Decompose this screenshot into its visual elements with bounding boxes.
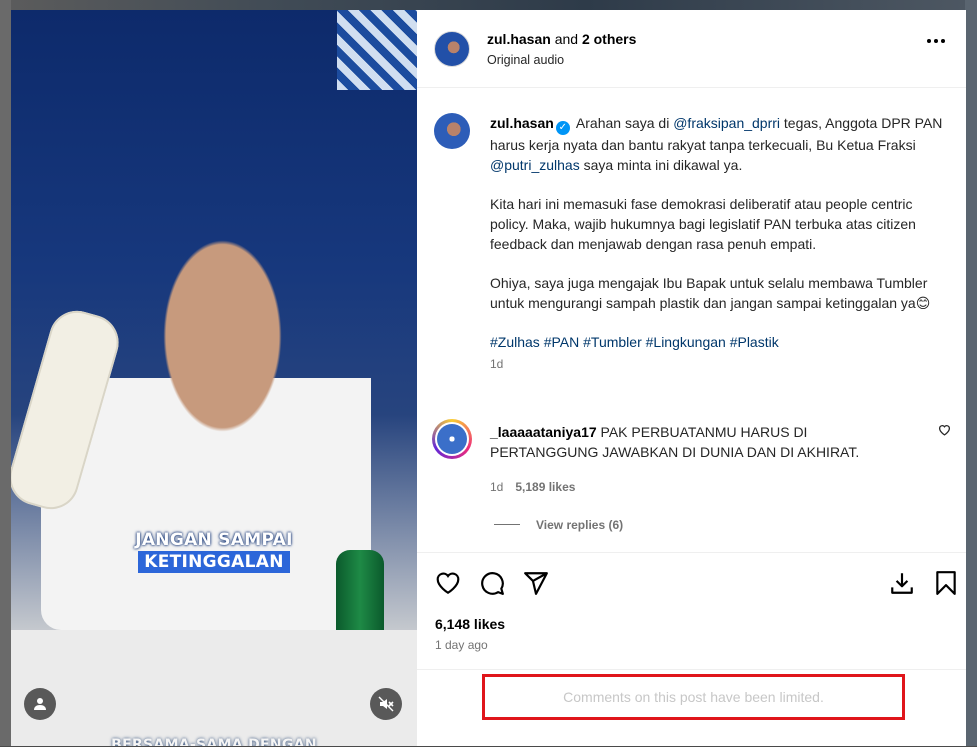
comment-timestamp[interactable]: 1d (490, 480, 503, 494)
user-icon (34, 698, 46, 710)
author-avatar[interactable] (434, 31, 470, 67)
mute-button[interactable] (370, 688, 402, 720)
backdrop-right-edge (965, 0, 977, 746)
comment-meta: 1d 5,189 likes (490, 480, 575, 494)
background-logo-graphic (337, 10, 417, 90)
speaker-muted-icon (378, 696, 394, 712)
view-replies-label: View replies (6) (536, 518, 624, 532)
caption-username[interactable]: zul.hasan (490, 115, 554, 131)
highlight-box: Comments on this post have been limited. (482, 674, 905, 720)
video-caption-line-1: JANGAN SAMPAI (135, 530, 293, 550)
video-caption-line-2: KETINGGALAN (11, 551, 417, 573)
heart-icon (436, 572, 460, 595)
download-button[interactable] (889, 570, 915, 596)
commenter-username[interactable]: _laaaaataniya17 (490, 424, 597, 440)
comment-like-button[interactable] (938, 424, 951, 436)
comment-item: _laaaaataniya17 PAK PERBUATANMU HARUS DI… (417, 416, 966, 536)
desk-surface (11, 630, 417, 746)
more-options-icon (927, 39, 945, 43)
save-button[interactable] (933, 570, 959, 596)
caption-text-1c: saya minta ini dikawal ya. (583, 157, 743, 173)
caption-text-1a: Arahan saya di (575, 115, 670, 131)
post-detail-panel: zul.hasan and 2 others Original audio zu… (417, 10, 966, 746)
caption-author-avatar[interactable] (434, 113, 470, 149)
comment-input-area: Comments on this post have been limited. (417, 669, 966, 747)
and-text: and (554, 31, 579, 47)
comments-scroll-area[interactable]: zul.hasan ✓ Arahan saya di @fraksipan_dpr… (417, 88, 966, 552)
view-replies-button[interactable]: View replies (6) (494, 518, 623, 532)
post-header: zul.hasan and 2 others Original audio (417, 10, 966, 88)
bookmark-icon (936, 571, 956, 595)
share-button[interactable] (523, 570, 549, 596)
others-link[interactable]: 2 others (582, 31, 636, 47)
like-button[interactable] (435, 570, 461, 596)
post-video[interactable]: JANGAN SAMPAI KETINGGALAN BERSAMA-SAMA D… (11, 10, 417, 746)
mention-putri-zulhas[interactable]: @putri_zulhas (490, 157, 580, 173)
comment-button[interactable] (479, 570, 505, 596)
replies-divider-line (494, 524, 520, 525)
more-options-button[interactable] (926, 38, 946, 44)
caption-paragraph-3: Ohiya, saya juga mengajak Ibu Bapak untu… (490, 275, 931, 311)
video-caption-line-3: BERSAMA-SAMA DENGAN (111, 737, 317, 746)
caption-paragraph-2: Kita hari ini memasuki fase demokrasi de… (490, 196, 916, 252)
post-likes-count[interactable]: 6,148 likes (435, 616, 505, 632)
comment-body: _laaaaataniya17 PAK PERBUATANMU HARUS DI… (490, 422, 910, 462)
post-caption: zul.hasan ✓ Arahan saya di @fraksipan_dpr… (490, 113, 945, 374)
commenter-avatar (437, 424, 467, 454)
video-caption-highlight: KETINGGALAN (138, 551, 290, 573)
backdrop-left-edge (0, 0, 11, 746)
comment-likes[interactable]: 5,189 likes (515, 480, 575, 494)
download-icon (891, 573, 913, 594)
author-username-link[interactable]: zul.hasan (487, 31, 551, 47)
original-audio-link[interactable]: Original audio (487, 53, 564, 67)
verified-badge-icon: ✓ (555, 121, 570, 135)
caption-timestamp[interactable]: 1d (490, 354, 945, 374)
mention-fraksipan[interactable]: @fraksipan_dprri (673, 115, 780, 131)
caption-hashtags[interactable]: #Zulhas #PAN #Tumbler #Lingkungan #Plast… (490, 332, 945, 352)
comment-bubble-icon (481, 572, 504, 595)
collab-authors: zul.hasan and 2 others (487, 31, 636, 47)
caption-paragraph-1: zul.hasan ✓ Arahan saya di @fraksipan_dpr… (490, 113, 945, 175)
tagged-users-button[interactable] (24, 688, 56, 720)
post-timestamp[interactable]: 1 day ago (435, 638, 488, 652)
commenter-avatar-story-ring[interactable] (432, 419, 472, 459)
heart-outline-icon (938, 425, 951, 436)
post-actions-bar: 6,148 likes 1 day ago (417, 552, 966, 670)
comments-limited-notice: Comments on this post have been limited. (563, 689, 824, 705)
paper-plane-icon (524, 572, 548, 595)
